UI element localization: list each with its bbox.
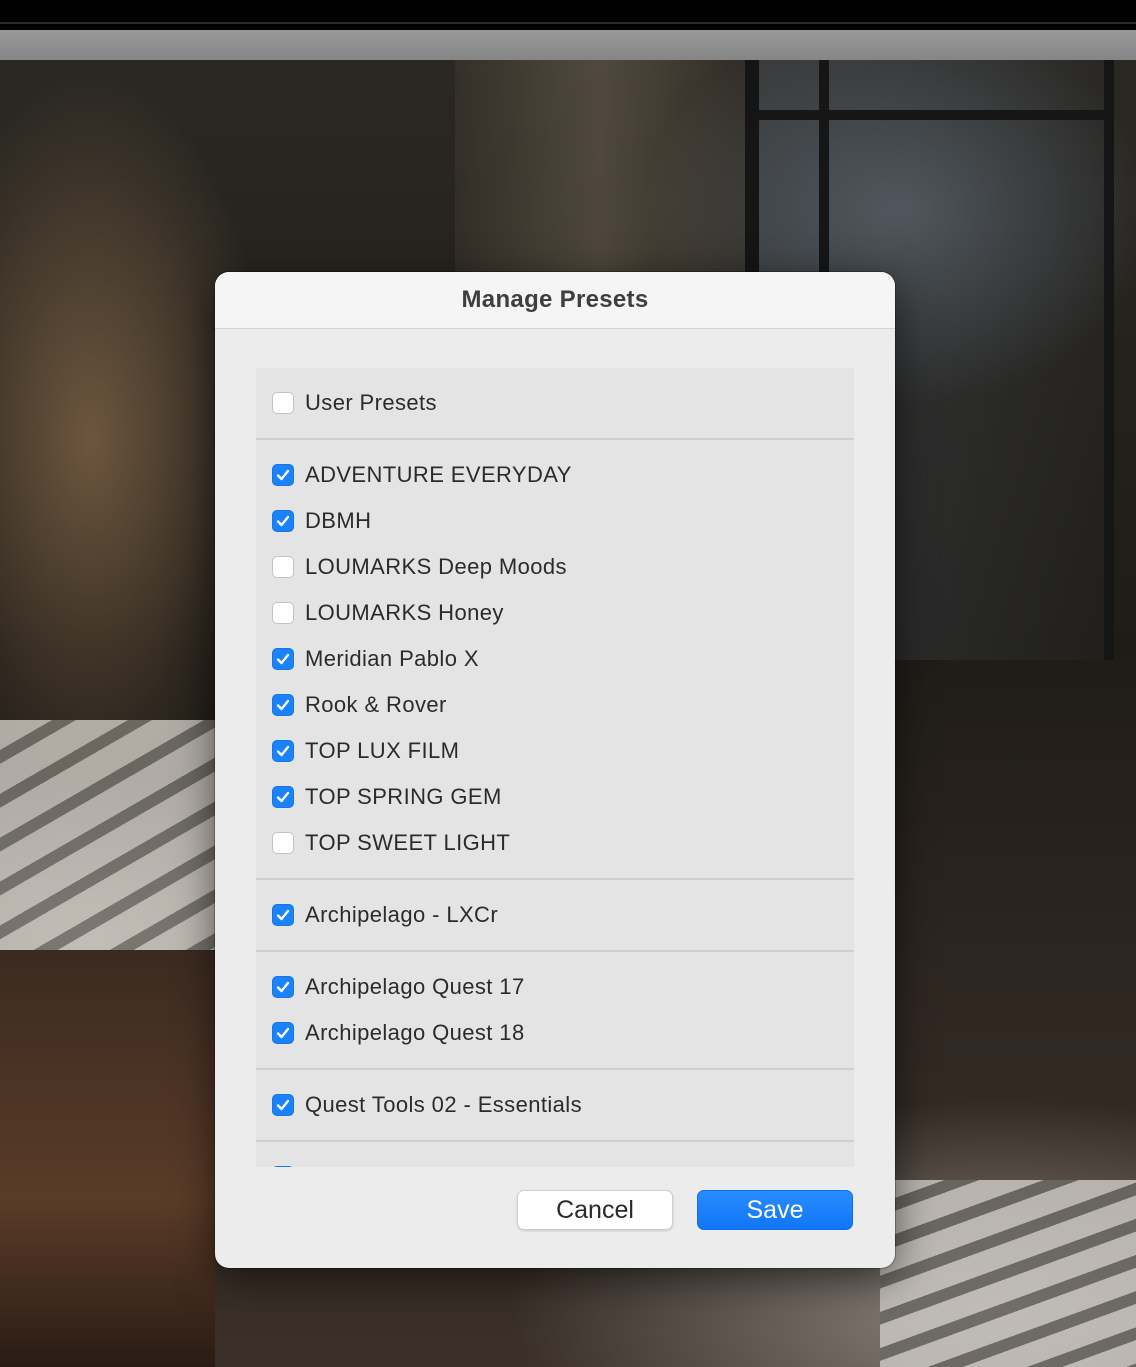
- preset-label: Portraits: Deep Skin: [305, 1164, 509, 1167]
- preset-label: Meridian Pablo X: [305, 646, 479, 671]
- checkmark-icon: [276, 1099, 290, 1111]
- checkmark-icon: [276, 909, 290, 921]
- checkmark-icon: [276, 653, 290, 665]
- preset-list[interactable]: User Presets ADVENTURE EVERYDAY DBMH LOUMAR…: [256, 368, 854, 1167]
- preset-label: Quest Tools 02 - Essentials: [305, 1092, 582, 1117]
- preset-label: TOP SPRING GEM: [305, 784, 502, 809]
- preset-label: LOUMARKS Deep Moods: [305, 554, 567, 579]
- preset-label: LOUMARKS Honey: [305, 600, 504, 625]
- photo-subject-back: [0, 950, 215, 1367]
- checkbox-checked[interactable]: [272, 786, 294, 808]
- checkbox-checked[interactable]: [272, 1022, 294, 1044]
- manage-presets-dialog: Manage Presets User Presets ADVENTURE EVE…: [215, 272, 895, 1268]
- preset-row[interactable]: Archipelago - LXCr: [256, 892, 854, 938]
- preset-row[interactable]: ADVENTURE EVERYDAY: [256, 452, 854, 498]
- preset-label: ADVENTURE EVERYDAY: [305, 462, 572, 487]
- checkbox-unchecked[interactable]: [272, 556, 294, 578]
- checkmark-icon: [276, 791, 290, 803]
- save-button[interactable]: Save: [697, 1190, 853, 1230]
- checkbox-checked[interactable]: [272, 1166, 294, 1167]
- preset-label: TOP SWEET LIGHT: [305, 830, 511, 855]
- checkbox-checked[interactable]: [272, 510, 294, 532]
- preset-group: Portraits: Deep Skin: [256, 1142, 854, 1167]
- preset-label: Archipelago Quest 18: [305, 1020, 525, 1045]
- preset-group: Archipelago - LXCr: [256, 880, 854, 952]
- preset-row[interactable]: TOP LUX FILM: [256, 728, 854, 774]
- checkbox-unchecked[interactable]: [272, 392, 294, 414]
- preset-row[interactable]: LOUMARKS Deep Moods: [256, 544, 854, 590]
- preset-label: DBMH: [305, 508, 372, 533]
- preset-row[interactable]: TOP SWEET LIGHT: [256, 820, 854, 866]
- checkmark-icon: [276, 1027, 290, 1039]
- checkbox-checked[interactable]: [272, 648, 294, 670]
- checkmark-icon: [276, 981, 290, 993]
- preset-label: User Presets: [305, 390, 437, 415]
- preset-label: Rook & Rover: [305, 692, 447, 717]
- preset-row[interactable]: Meridian Pablo X: [256, 636, 854, 682]
- preset-row[interactable]: Quest Tools 02 - Essentials: [256, 1082, 854, 1128]
- preset-row[interactable]: User Presets: [256, 380, 854, 426]
- checkmark-icon: [276, 469, 290, 481]
- app-toolbar: [0, 30, 1136, 60]
- preset-row[interactable]: Archipelago Quest 18: [256, 1010, 854, 1056]
- preset-label: Archipelago Quest 17: [305, 974, 525, 999]
- preset-group: Quest Tools 02 - Essentials: [256, 1070, 854, 1142]
- preset-row[interactable]: TOP SPRING GEM: [256, 774, 854, 820]
- checkmark-icon: [276, 745, 290, 757]
- checkbox-checked[interactable]: [272, 976, 294, 998]
- photo-sheet-left: [0, 720, 215, 955]
- preset-group: ADVENTURE EVERYDAY DBMH LOUMARKS Deep Mood…: [256, 440, 854, 880]
- checkbox-checked[interactable]: [272, 464, 294, 486]
- dialog-header: Manage Presets: [215, 272, 895, 329]
- checkbox-checked[interactable]: [272, 740, 294, 762]
- preset-row[interactable]: Portraits: Deep Skin: [256, 1154, 854, 1167]
- preset-label: Archipelago - LXCr: [305, 902, 499, 927]
- dialog-title: Manage Presets: [461, 286, 649, 313]
- photo-sheet-right: [880, 1180, 1136, 1367]
- checkbox-checked[interactable]: [272, 694, 294, 716]
- checkmark-icon: [276, 699, 290, 711]
- checkbox-checked[interactable]: [272, 1094, 294, 1116]
- checkbox-unchecked[interactable]: [272, 832, 294, 854]
- preset-row[interactable]: DBMH: [256, 498, 854, 544]
- preset-label: TOP LUX FILM: [305, 738, 460, 763]
- preset-row[interactable]: Rook & Rover: [256, 682, 854, 728]
- preset-row[interactable]: Archipelago Quest 17: [256, 964, 854, 1010]
- cancel-button[interactable]: Cancel: [517, 1190, 673, 1230]
- preset-row[interactable]: LOUMARKS Honey: [256, 590, 854, 636]
- checkbox-unchecked[interactable]: [272, 602, 294, 624]
- preset-group: User Presets: [256, 368, 854, 440]
- checkmark-icon: [276, 515, 290, 527]
- preset-group: Archipelago Quest 17 Archipelago Quest 18: [256, 952, 854, 1070]
- checkbox-checked[interactable]: [272, 904, 294, 926]
- top-menu-bar: [0, 0, 1136, 32]
